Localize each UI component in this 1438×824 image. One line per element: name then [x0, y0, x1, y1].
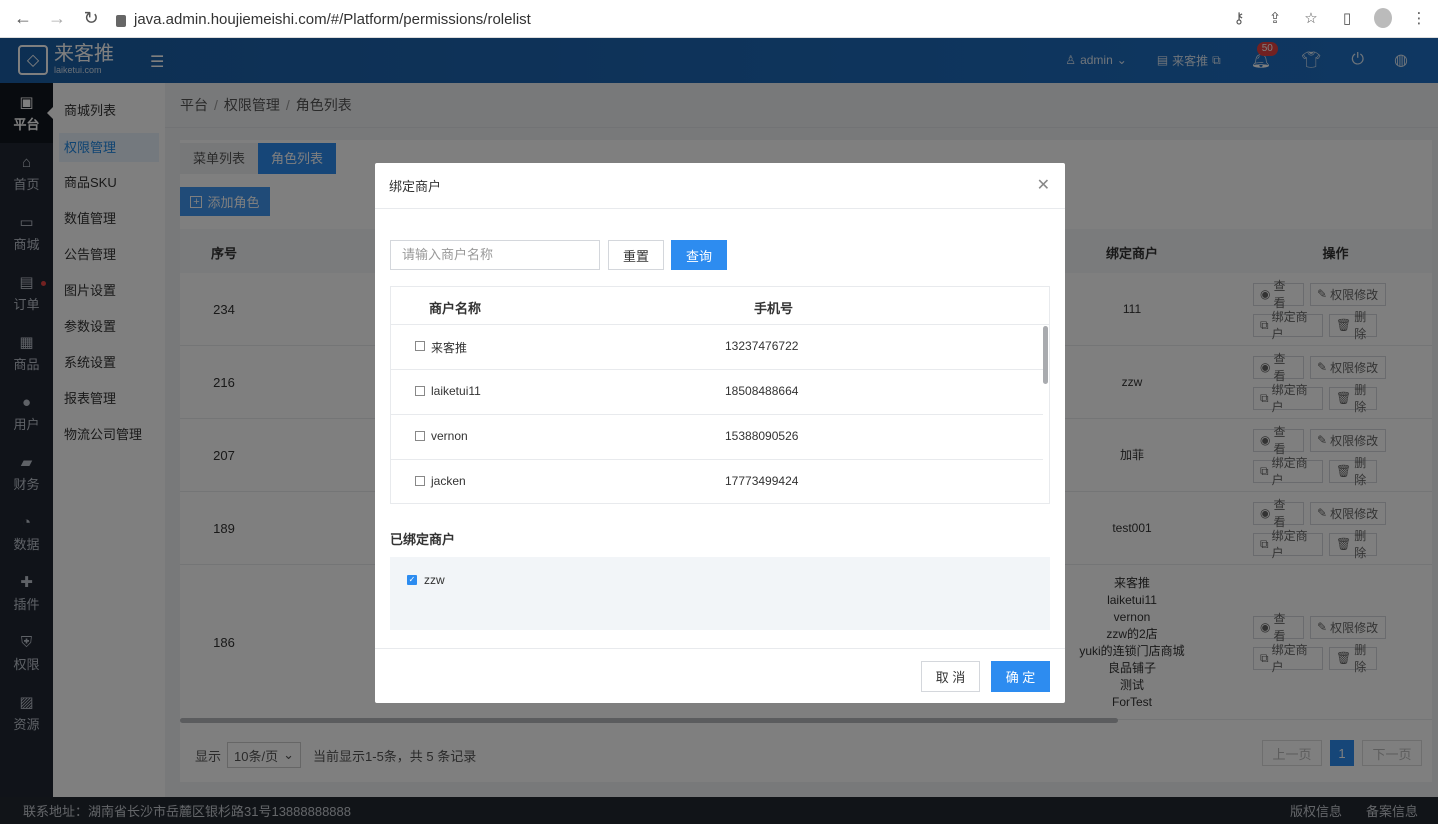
merchant-name: jacken: [431, 474, 466, 488]
back-icon[interactable]: ←: [14, 8, 32, 29]
vertical-scrollbar[interactable]: [1043, 326, 1048, 384]
close-icon[interactable]: ✕: [1037, 175, 1050, 195]
profile-avatar[interactable]: [1374, 8, 1392, 28]
dialog-header: 绑定商户: [375, 163, 1065, 209]
merchant-phone: 13237476722: [725, 339, 799, 353]
merchant-row: 来客推 13237476722: [391, 325, 1043, 370]
bind-merchant-dialog: 绑定商户 ✕ 请输入商户名称 重置 查询 商户名称 手机号 来客推 1323747…: [375, 163, 1065, 703]
url-text: java.admin.houjiemeishi.com/#/Platform/p…: [134, 10, 531, 28]
col-phone: 手机号: [754, 301, 794, 316]
key-icon[interactable]: ⚷: [1230, 9, 1248, 27]
merchant-name: laiketui11: [431, 384, 481, 398]
merchant-checkbox[interactable]: [415, 386, 425, 396]
merchant-name: vernon: [431, 429, 468, 443]
confirm-button[interactable]: 确 定: [991, 661, 1050, 692]
merchant-row: laiketui11 18508488664: [391, 370, 1043, 415]
merchant-checkbox[interactable]: [415, 431, 425, 441]
bound-merchants-box: ✓ zzw: [390, 557, 1050, 630]
merchant-phone: 18508488664: [725, 384, 799, 398]
checked-checkbox[interactable]: ✓: [407, 575, 417, 585]
merchant-table-header: 商户名称 手机号: [391, 287, 1049, 325]
merchant-phone: 17773499424: [725, 474, 799, 488]
merchant-name: 来客推: [431, 341, 468, 355]
merchant-checkbox[interactable]: [415, 476, 425, 486]
more-menu-icon[interactable]: ⋮: [1410, 9, 1428, 27]
query-button[interactable]: 查询: [671, 240, 727, 270]
share-icon[interactable]: ⇪: [1266, 9, 1284, 27]
reset-button[interactable]: 重置: [608, 240, 664, 270]
merchant-row: vernon 15388090526: [391, 415, 1043, 460]
star-icon[interactable]: ☆: [1302, 9, 1320, 27]
browser-toolbar: ← → ↻ java.admin.houjiemeishi.com/#/Plat…: [0, 0, 1438, 38]
sidebar-toggle-icon[interactable]: ▯: [1338, 9, 1356, 27]
address-bar[interactable]: java.admin.houjiemeishi.com/#/Platform/p…: [116, 8, 531, 30]
bound-merchant-name: zzw: [424, 573, 445, 587]
lock-icon: [116, 15, 126, 27]
dialog-title: 绑定商户: [389, 179, 442, 194]
bound-merchants-title: 已绑定商户: [390, 532, 456, 547]
forward-icon[interactable]: →: [48, 8, 66, 29]
dialog-footer: 取 消 确 定: [375, 648, 1065, 703]
col-merchant-name: 商户名称: [429, 301, 482, 316]
reload-icon[interactable]: ↻: [82, 8, 100, 29]
merchant-phone: 15388090526: [725, 429, 799, 443]
merchant-checkbox[interactable]: [415, 341, 425, 351]
cancel-button[interactable]: 取 消: [921, 661, 980, 692]
merchant-table: 商户名称 手机号 来客推 13237476722 laiketui11 1850848…: [390, 286, 1050, 504]
merchant-search-input[interactable]: 请输入商户名称: [390, 240, 600, 270]
merchant-row: jacken 17773499424: [391, 460, 1043, 503]
